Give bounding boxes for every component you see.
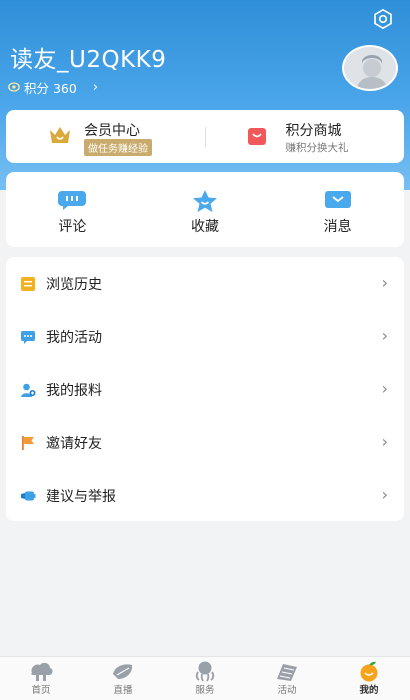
live-icon (113, 664, 133, 679)
star-icon (193, 190, 217, 212)
points-mall-button[interactable]: 积分商城 赚积分换大礼 (206, 110, 405, 163)
menu-list: 浏览历史 › 我的活动 › 我的报料 › 邀请好友 › 建议与举报 › (6, 257, 404, 521)
report-news-icon (21, 383, 36, 397)
settings-icon[interactable] (372, 8, 394, 30)
menu-item-feedback[interactable]: 建议与举报 › (6, 469, 404, 522)
menu-item-invite-friends[interactable]: 邀请好友 › (6, 416, 404, 469)
tab-mine[interactable]: 我的 (328, 657, 410, 700)
quick-action-message[interactable]: 消息 (271, 172, 404, 247)
tab-label: 直播 (113, 685, 133, 696)
default-avatar-icon (344, 47, 396, 89)
chevron-right-icon: › (381, 485, 388, 504)
menu-item-label: 浏览历史 (46, 277, 102, 293)
menu-item-label: 邀请好友 (46, 436, 102, 452)
points-coin-icon (8, 82, 20, 92)
menu-item-label: 我的报料 (46, 383, 102, 399)
chevron-right-icon: › (92, 79, 99, 95)
event-icon (277, 664, 297, 681)
activity-icon (21, 331, 35, 344)
crown-icon (50, 127, 70, 143)
quick-action-comment[interactable]: 评论 (6, 172, 139, 247)
history-icon (21, 277, 35, 291)
chevron-right-icon: › (381, 326, 388, 345)
tab-label: 首页 (31, 685, 51, 696)
quick-action-label: 评论 (58, 219, 87, 235)
points-mall-subtitle: 赚积分换大礼 (285, 142, 349, 154)
menu-item-my-activities[interactable]: 我的活动 › (6, 310, 404, 363)
username[interactable]: 读友_U2QKK9 (10, 40, 166, 74)
home-icon (31, 662, 53, 681)
quick-action-label: 收藏 (191, 219, 219, 235)
flag-icon (22, 436, 34, 450)
member-points-card: 会员中心 做任务赚经验 积分商城 赚积分换大礼 (6, 110, 404, 163)
chevron-right-icon: › (381, 379, 388, 398)
tab-home[interactable]: 首页 (0, 657, 82, 700)
quick-action-label: 消息 (323, 219, 352, 235)
orange-icon (360, 661, 378, 682)
avatar[interactable] (342, 45, 398, 91)
service-icon (195, 661, 215, 682)
points-mall-title: 积分商城 (285, 123, 342, 139)
points-link[interactable]: 积分 360 › (8, 79, 99, 96)
tab-live[interactable]: 直播 (82, 657, 164, 700)
menu-item-history[interactable]: 浏览历史 › (6, 257, 404, 310)
bottom-tab-bar: 首页 直播 服务 活动 我的 (0, 656, 410, 700)
tab-events[interactable]: 活动 (246, 657, 328, 700)
comment-icon (58, 191, 87, 210)
tab-service[interactable]: 服务 (164, 657, 246, 700)
shopping-bag-icon (247, 128, 266, 145)
menu-item-label: 我的活动 (46, 330, 102, 346)
feedback-icon (21, 491, 36, 501)
tab-label: 活动 (277, 685, 297, 696)
menu-item-my-reports[interactable]: 我的报料 › (6, 363, 404, 416)
menu-item-label: 建议与举报 (46, 489, 116, 505)
tab-label: 服务 (195, 685, 215, 696)
tab-label: 我的 (359, 685, 379, 696)
chevron-right-icon: › (381, 273, 388, 292)
chevron-right-icon: › (381, 432, 388, 451)
points-value: 积分 360 (24, 80, 77, 96)
message-icon (324, 191, 351, 208)
member-task-tag: 做任务赚经验 (84, 139, 152, 156)
quick-action-favorite[interactable]: 收藏 (139, 172, 272, 247)
member-center-button[interactable]: 会员中心 做任务赚经验 (6, 110, 205, 163)
member-center-title: 会员中心 (84, 123, 140, 139)
quick-actions-card: 评论 收藏 消息 (6, 172, 404, 247)
